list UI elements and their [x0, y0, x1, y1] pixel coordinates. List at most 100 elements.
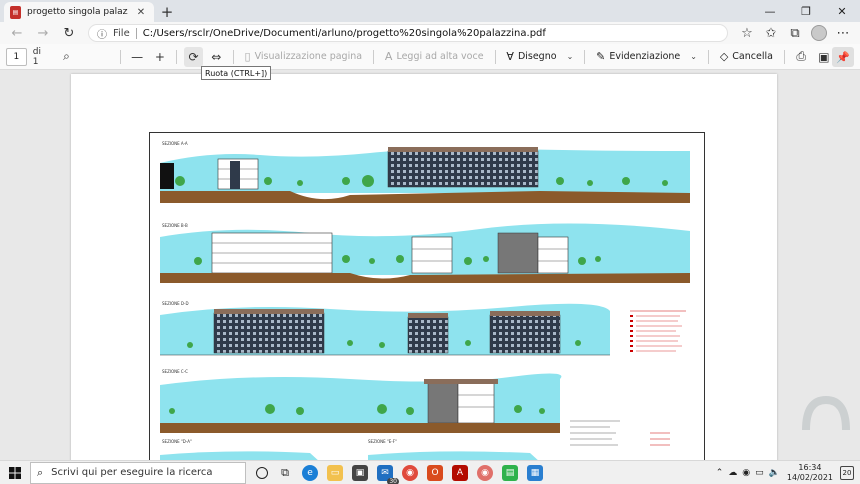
office-icon[interactable]: O — [427, 464, 443, 481]
volume-icon[interactable]: 🔈 — [769, 468, 780, 478]
mail-badge: 30 — [387, 477, 399, 484]
add-favorite-icon[interactable]: ☆ — [736, 23, 758, 43]
info-icon[interactable]: ⓘ — [97, 26, 107, 41]
building-b — [387, 147, 539, 188]
network-icon[interactable]: ▭ — [755, 468, 764, 478]
new-tab-button[interactable]: + — [156, 2, 178, 22]
pdf-page: SEZIONE A-A SEZIONE B-B SEZIONE D-D SEZI… — [71, 74, 777, 460]
tab-title: progetto singola palazzina.pdf — [27, 7, 128, 17]
refresh-button[interactable]: ↻ — [58, 23, 80, 43]
pdf-icon: ▤ — [10, 5, 21, 19]
file-explorer-icon[interactable]: ▭ — [327, 464, 343, 481]
url-field[interactable]: ⓘ File C:/Users/rsclr/OneDrive/Documenti… — [88, 24, 728, 42]
building-a — [217, 158, 259, 190]
store-icon[interactable]: ▣ — [352, 464, 368, 481]
search-icon[interactable]: ⌕ — [57, 47, 76, 67]
photos-icon[interactable]: ▦ — [527, 464, 543, 481]
pin-toolbar-button[interactable]: 📌 — [832, 47, 854, 67]
cortana-icon[interactable] — [256, 466, 268, 479]
avatar — [811, 25, 827, 41]
page-count: di 1 — [32, 46, 41, 67]
favorites-icon[interactable]: ✩ — [760, 23, 782, 43]
page-view-icon: ▯ — [244, 50, 251, 63]
close-tab-icon[interactable]: ✕ — [134, 7, 148, 18]
eraser-icon: ◇ — [719, 50, 729, 63]
clock[interactable]: 16:34 14/02/2021 — [787, 463, 833, 483]
acrobat-icon[interactable]: A — [452, 464, 468, 481]
collections-icon[interactable]: ⧉ — [784, 23, 806, 43]
toolbar-divider — [584, 49, 586, 64]
forward-button[interactable]: → — [32, 23, 54, 43]
pin-icon: 📌 — [836, 50, 850, 64]
drawing-canvas: SEZIONE A-A SEZIONE B-B SEZIONE D-D SEZI… — [160, 141, 690, 460]
draw-button[interactable]: ∀ Disegno ⌄ — [502, 47, 577, 67]
mail-icon[interactable]: ✉ 30 — [377, 464, 399, 484]
tab-strip: ▤ progetto singola palazzina.pdf ✕ + — ❐… — [0, 0, 860, 22]
minimize-button[interactable]: — — [752, 0, 788, 22]
tab-pdf[interactable]: ▤ progetto singola palazzina.pdf ✕ — [4, 2, 154, 22]
chevron-down-icon[interactable]: ⌄ — [690, 52, 697, 61]
sky-area — [368, 451, 538, 460]
back-button[interactable]: ← — [6, 23, 28, 43]
erase-label: Cancella — [732, 51, 773, 62]
close-window-button[interactable]: ✕ — [824, 0, 860, 22]
chrome-tray-icon[interactable]: ◉ — [742, 468, 750, 478]
pen-icon: ∀ — [506, 50, 514, 63]
building-e — [497, 232, 569, 274]
more-menu-icon[interactable]: ⋯ — [832, 23, 854, 43]
toolbar-divider — [494, 49, 496, 64]
toolbar-divider — [232, 49, 234, 64]
profile-button[interactable] — [808, 23, 830, 43]
search-placeholder: Scrivi qui per eseguire la ricerca — [51, 467, 213, 478]
print-icon[interactable]: ⎙ — [792, 47, 811, 67]
highlight-label: Evidenziazione — [609, 51, 681, 62]
read-aloud-label: Leggi ad alta voce — [396, 51, 484, 62]
onedrive-icon[interactable]: ☁ — [728, 468, 737, 478]
pdf-viewer[interactable]: SEZIONE A-A SEZIONE B-B SEZIONE D-D SEZI… — [0, 70, 860, 460]
read-aloud-button[interactable]: A Leggi ad alta voce — [381, 47, 488, 67]
toolbar-divider — [373, 49, 374, 64]
building-d — [411, 236, 453, 274]
chevron-down-icon[interactable]: ⌄ — [567, 52, 574, 61]
pinned-apps: ⧉ e ▭ ▣ ✉ 30 ◉ O A ◉ ▤ ▦ — [256, 464, 543, 484]
address-icons: ☆ ✩ ⧉ ⋯ — [736, 23, 854, 43]
building-c — [211, 232, 333, 274]
save-icon[interactable]: ▣ — [815, 47, 834, 67]
restore-button[interactable]: ❐ — [788, 0, 824, 22]
section-label: SEZIONE B-B — [162, 223, 188, 228]
chrome-profile-icon[interactable]: ◉ — [477, 464, 493, 481]
section-label: SEZIONE C-C — [162, 369, 188, 374]
green-app-icon[interactable]: ▤ — [502, 464, 518, 481]
draw-label: Disegno — [517, 51, 557, 62]
taskbar-search-input[interactable]: ⌕ Scrivi qui per eseguire la ricerca — [30, 461, 246, 484]
taskbar: ⌕ Scrivi qui per eseguire la ricerca ⧉ e… — [0, 460, 860, 484]
page-view-button[interactable]: ▯ Visualizzazione pagina — [241, 47, 367, 67]
clock-date: 14/02/2021 — [786, 473, 833, 482]
retaining-wall — [160, 163, 174, 189]
task-view-icon[interactable]: ⧉ — [277, 465, 293, 481]
sky-area — [160, 373, 562, 425]
chrome-icon[interactable]: ◉ — [402, 464, 418, 481]
url-scheme: File — [113, 27, 130, 39]
show-hidden-icons-icon[interactable]: ⌃ — [716, 468, 724, 478]
address-bar: ← → ↻ ⓘ File C:/Users/rsclr/OneDrive/Doc… — [0, 22, 860, 44]
toolbar-divider — [176, 49, 178, 64]
rotate-icon[interactable]: ⟳ — [184, 46, 203, 67]
building-f — [213, 309, 325, 354]
ground-section — [160, 423, 560, 433]
highlighter-icon: ✎ — [596, 50, 606, 63]
notifications-button[interactable]: 20 — [840, 466, 854, 480]
zoom-in-icon[interactable]: + — [151, 47, 170, 67]
notes-block — [570, 420, 670, 446]
erase-button[interactable]: ◇ Cancella — [716, 47, 777, 67]
page-view-label: Visualizzazione pagina — [254, 51, 363, 62]
edge-icon[interactable]: e — [302, 464, 318, 481]
highlight-button[interactable]: ✎ Evidenziazione ⌄ — [592, 47, 701, 67]
zoom-out-icon[interactable]: — — [128, 47, 147, 67]
page-number-input[interactable]: 1 — [6, 47, 27, 66]
pdf-toolbar: 1 di 1 ⌕ — + ⟳ ⇔ ▯ Visualizzazione pagina… — [0, 44, 860, 70]
fit-page-icon[interactable]: ⇔ — [207, 47, 226, 67]
start-button[interactable] — [0, 461, 30, 484]
search-icon: ⌕ — [37, 465, 44, 479]
toolbar-divider — [707, 49, 709, 64]
